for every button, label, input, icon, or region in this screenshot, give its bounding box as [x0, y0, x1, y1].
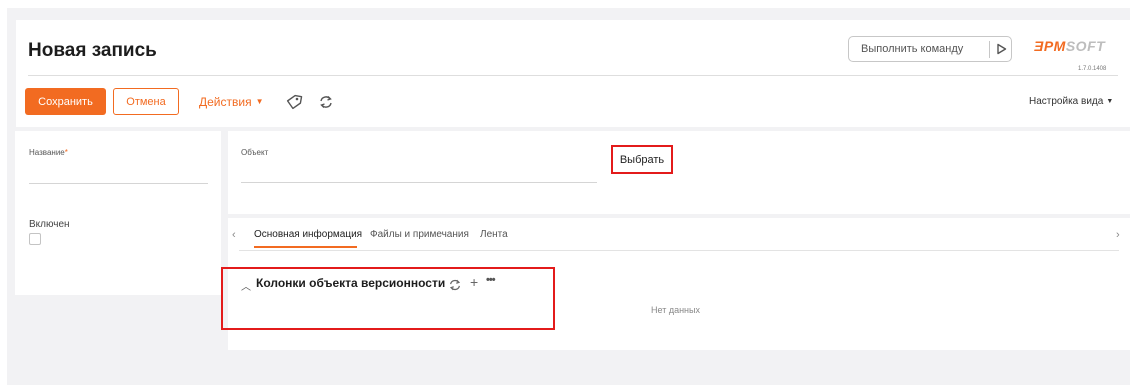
version-text: 1.7.0.1408	[1078, 66, 1107, 72]
object-label: Объект	[241, 148, 269, 157]
enabled-label: Включен	[29, 219, 70, 230]
tab-files-notes[interactable]: Файлы и примечания	[370, 229, 469, 240]
cancel-button[interactable]: Отмена	[113, 88, 179, 115]
page-title: Новая запись	[28, 40, 157, 61]
tab-feed[interactable]: Лента	[480, 229, 508, 240]
actions-label: Действия	[199, 95, 252, 109]
enabled-checkbox[interactable]	[29, 233, 41, 245]
header-divider	[28, 75, 1118, 76]
tag-icon[interactable]	[285, 93, 303, 116]
active-tab-indicator	[254, 246, 357, 248]
sync-icon[interactable]	[318, 94, 334, 115]
sync-icon[interactable]	[448, 278, 462, 297]
actions-menu[interactable]: Действия ▼	[199, 95, 264, 109]
command-line[interactable]: Выполнить команду	[848, 36, 1012, 62]
chevron-left-icon[interactable]: ‹	[232, 229, 236, 241]
command-input[interactable]: Выполнить команду	[861, 43, 963, 55]
logo: ƎPMSOFT	[1034, 38, 1106, 54]
play-icon[interactable]	[991, 37, 1012, 61]
view-settings-menu[interactable]: Настройка вида ▼	[1029, 96, 1113, 107]
more-icon[interactable]: •••	[486, 274, 496, 286]
view-settings-label: Настройка вида	[1029, 96, 1104, 107]
name-label: Название*	[29, 148, 68, 157]
caret-down-icon: ▼	[255, 97, 264, 106]
tab-main-info[interactable]: Основная информация	[254, 229, 362, 240]
choose-button[interactable]: Выбрать	[611, 145, 673, 174]
caret-down-icon: ▼	[1106, 98, 1114, 105]
no-data-text: Нет данных	[651, 305, 700, 315]
chevron-right-icon[interactable]: ›	[1116, 229, 1120, 241]
collapse-icon[interactable]: ︿	[241, 278, 251, 293]
command-divider	[989, 41, 990, 58]
add-icon[interactable]: +	[470, 274, 478, 290]
object-panel	[228, 131, 1130, 214]
name-input[interactable]	[29, 183, 208, 184]
save-button[interactable]: Сохранить	[25, 88, 106, 115]
tabs-divider	[239, 250, 1119, 251]
object-input[interactable]	[241, 182, 597, 183]
detail-title: Колонки объекта версионности	[256, 276, 446, 290]
